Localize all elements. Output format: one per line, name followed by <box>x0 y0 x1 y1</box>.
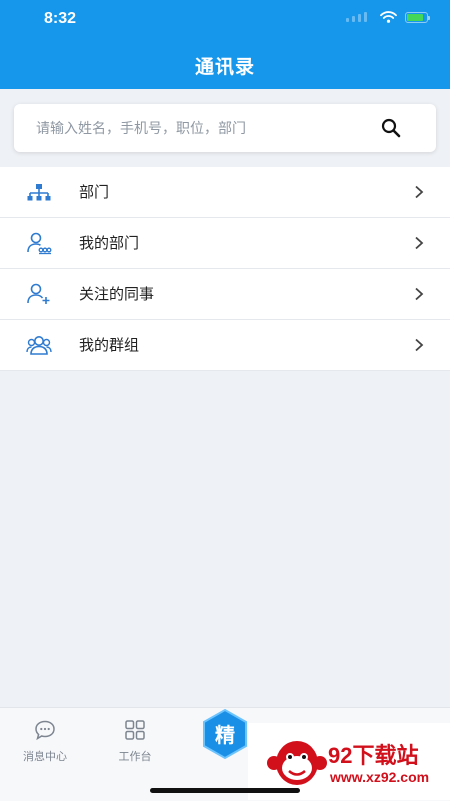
app-header: 8:32 通讯录 <box>0 0 450 89</box>
home-indicator <box>150 788 300 793</box>
list-item-label: 关注的同事 <box>79 285 155 303</box>
list-item-my-groups[interactable]: 我的群组 <box>0 320 450 371</box>
list-item-label: 我的群组 <box>79 336 140 354</box>
watermark-title: 92下载站 <box>328 743 419 768</box>
add-user-icon <box>27 283 50 304</box>
search-input[interactable] <box>34 104 378 154</box>
watermark-url: www.xz92.com <box>330 769 430 785</box>
page-title: 通讯录 <box>194 56 255 78</box>
list-item-label: 我的部门 <box>79 234 140 252</box>
chat-icon <box>35 720 55 741</box>
hexagon-badge-icon: 精 <box>203 708 247 760</box>
status-icons <box>346 11 430 23</box>
chevron-right-icon <box>415 185 424 199</box>
tab-label: 消息中心 <box>23 750 67 763</box>
list-item-my-department[interactable]: 我的部门 <box>0 218 450 269</box>
status-bar: 8:32 <box>0 0 450 38</box>
signal-icon <box>346 12 372 22</box>
grid-icon <box>125 720 145 740</box>
tab-message-center[interactable]: 消息中心 <box>0 708 90 801</box>
list-item-followed-colleagues[interactable]: 关注的同事 <box>0 269 450 320</box>
list-item-label: 部门 <box>79 183 110 201</box>
search-icon[interactable] <box>380 117 402 139</box>
featured-label: 精 <box>215 723 235 747</box>
org-chart-icon <box>27 184 51 201</box>
tab-label: 工作台 <box>118 750 152 763</box>
search-bar[interactable] <box>14 104 436 154</box>
users-icon <box>26 336 52 355</box>
battery-icon <box>405 11 430 23</box>
chevron-right-icon <box>415 236 424 250</box>
status-time: 8:32 <box>44 10 77 27</box>
wifi-icon <box>380 11 397 23</box>
list-item-departments[interactable]: 部门 <box>0 167 450 218</box>
tab-featured-button[interactable]: 精 <box>198 707 252 761</box>
monkey-logo-icon <box>267 741 327 785</box>
chevron-right-icon <box>415 338 424 352</box>
chevron-right-icon <box>415 287 424 301</box>
contacts-menu: 部门 我的部门 关注的同事 我的群组 <box>0 167 450 371</box>
user-group-icon <box>27 232 52 255</box>
